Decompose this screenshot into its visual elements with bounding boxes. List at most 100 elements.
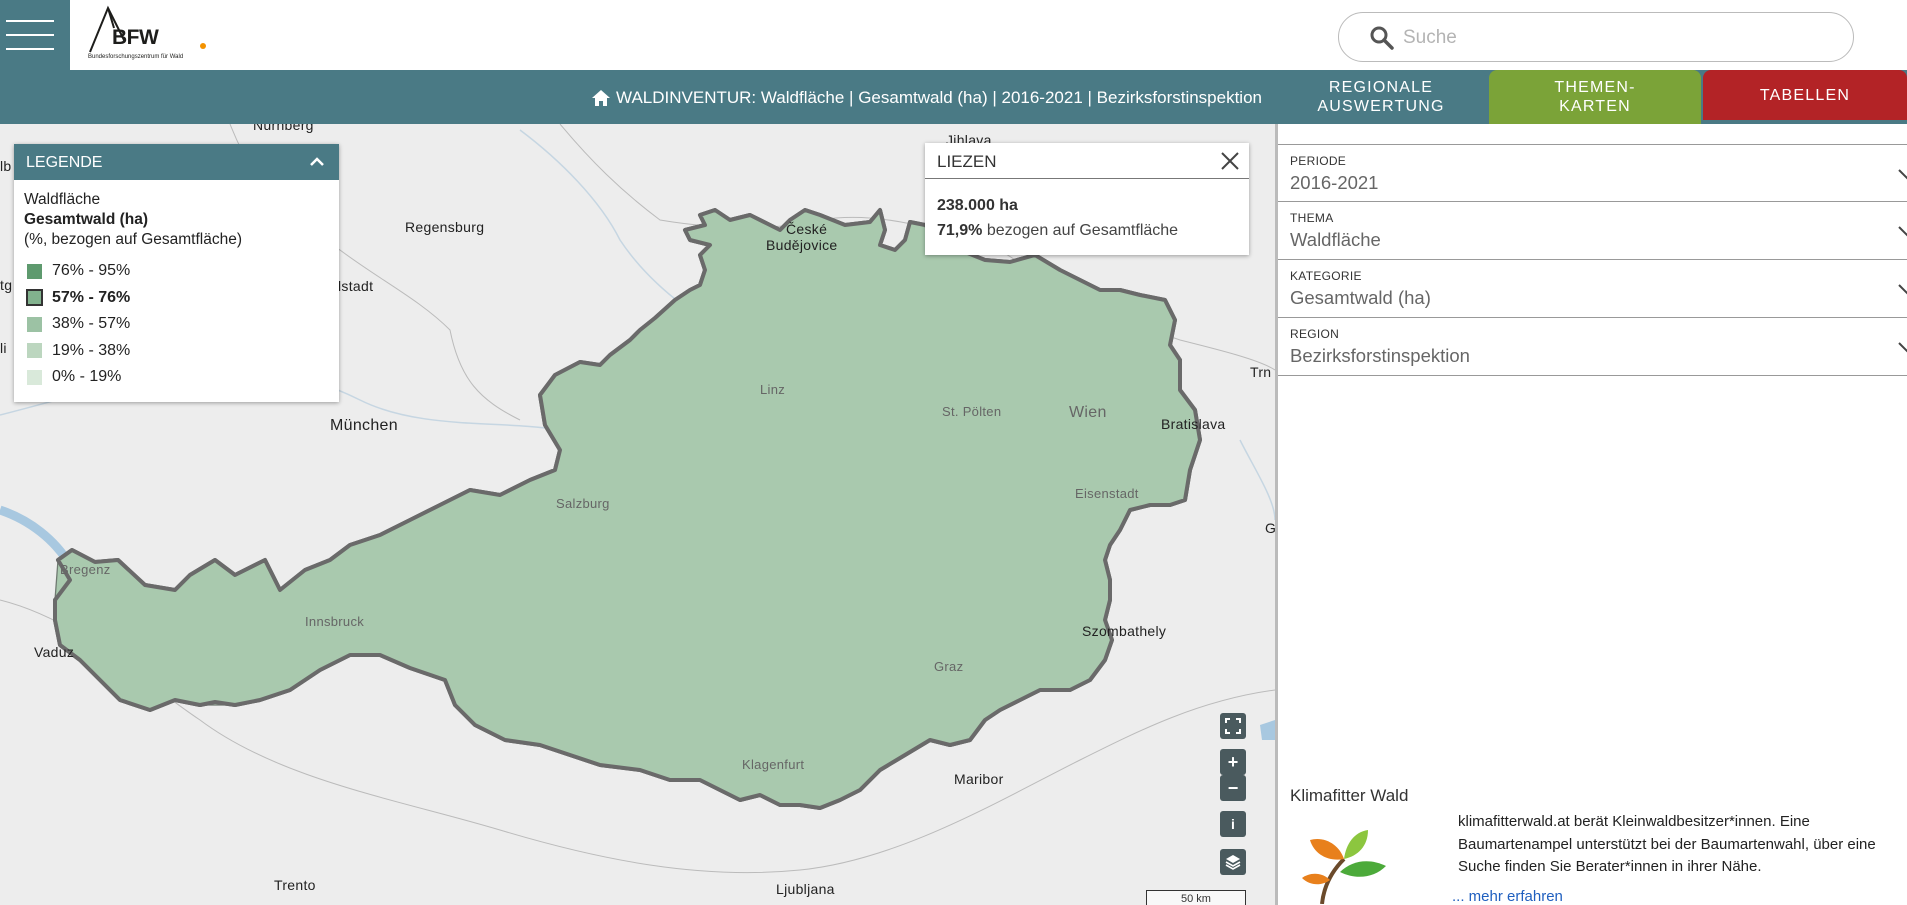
info-title: Klimafitter Wald [1290,786,1409,805]
select-region[interactable]: REGION Bezirksforstinspektion [1278,318,1907,376]
legend-class-label: 76% - 95% [52,262,131,280]
map-label-regensburg: Regensburg [405,219,485,235]
region-popup: LIEZEN 238.000 ha 71,9% bezogen auf Gesa… [925,143,1249,255]
popup-percent-text: bezogen auf Gesamtfläche [986,222,1179,239]
search-icon [1370,26,1394,50]
zoom-out-icon: − [1227,777,1239,798]
legend-class-label: 0% - 19% [52,368,122,386]
bfw-logo[interactable]: BFW Bundesforschungszentrum für Wald [82,2,212,66]
menu-button[interactable] [0,0,70,70]
top-bar: BFW Bundesforschungszentrum für Wald [0,0,1907,70]
breadcrumb-text: WALDINVENTUR: Waldfläche | Gesamtwald (h… [616,88,1262,107]
tab-tabellen[interactable]: TABELLEN [1703,70,1907,120]
popup-area: 238.000 ha [937,197,1018,214]
logo-dot [200,43,206,49]
legend-class-row[interactable]: 19% - 38% [24,338,329,365]
logo-text: BFW [112,26,159,49]
legend-class-label: 57% - 76% [52,288,131,306]
map-label-muenchen: München [330,417,398,434]
legend-body: Waldfläche Gesamtwald (ha) (%, bezogen a… [14,180,339,401]
select-kategorie[interactable]: KATEGORIE Gesamtwald (ha) [1278,260,1907,318]
more-info-link[interactable]: ... mehr erfahren [1452,888,1563,905]
legend-class-row[interactable]: 57% - 76% [24,285,329,312]
info-button[interactable]: i [1220,811,1246,837]
select-thema[interactable]: THEMA Waldfläche [1278,202,1907,260]
map-label-edge: tg [0,277,13,293]
zoom-in-button[interactable]: + [1220,749,1246,775]
layers-button[interactable] [1220,849,1246,875]
fullscreen-icon [1225,718,1241,734]
field-label: THEMA [1290,211,1334,225]
legend-class-row[interactable]: 76% - 95% [24,258,329,285]
field-value: 2016-2021 [1290,172,1379,193]
menu-icon [6,48,54,50]
tab-label: TABELLEN [1759,86,1851,104]
field-label: REGION [1290,327,1340,341]
zoom-out-button[interactable]: − [1220,775,1246,801]
breadcrumb[interactable]: WALDINVENTUR: Waldfläche | Gesamtwald (h… [592,88,1262,108]
map-label-edge: li [0,340,7,356]
legend-unit: (%, bezogen auf Gesamtfläche) [24,231,242,248]
legend-swatch [27,369,42,385]
map-label-wien: Wien [1069,404,1107,421]
fullscreen-button[interactable] [1220,713,1246,739]
map-label-edge: lb [0,158,12,174]
map-label-graz: Graz [934,659,964,674]
scale-label: 50 km [1181,893,1211,905]
legend-category: Gesamtwald (ha) [24,211,149,228]
map-label-budejovice: Budějovice [766,237,838,253]
info-icon: i [1231,816,1235,832]
map-label-szombathely: Szombathely [1082,623,1167,639]
popup-percent: 71,9% [937,222,983,239]
menu-icon [6,20,54,22]
map-label-ljubljana: Ljubljana [776,881,835,897]
field-label: PERIODE [1290,154,1347,168]
legend-class-row[interactable]: 0% - 19% [24,364,329,391]
map-label-linz: Linz [760,382,786,397]
map-label-bratislava: Bratislava [1161,416,1226,432]
map-label-salzburg: Salzburg [556,496,610,511]
field-value: Gesamtwald (ha) [1290,287,1431,308]
legend-swatch [27,343,42,359]
field-value: Waldfläche [1290,229,1381,250]
map-label-trento: Trento [274,877,316,893]
map-label-nurnberg: Nürnberg [253,124,314,133]
search-box[interactable] [1338,12,1854,62]
search-input[interactable] [1403,23,1823,53]
legend-swatch [26,289,43,307]
home-icon[interactable] [592,90,611,106]
map-label-g: G [1265,520,1275,536]
river [1239,439,1275,521]
tab-themen-karten[interactable]: THEMEN-KARTEN [1489,70,1701,124]
chevron-up-icon[interactable] [309,154,325,170]
popup-header: LIEZEN [925,143,1249,179]
popup-region-name: LIEZEN [937,152,997,171]
legend-header[interactable]: LEGENDE [14,144,339,180]
map-label-ceske: České [786,221,828,237]
zoom-in-icon: + [1227,751,1239,772]
chevron-down-icon [1898,169,1907,180]
map-label-bregenz: Bregenz [60,562,111,577]
lake [1260,720,1275,740]
layers-icon [1225,855,1241,870]
tab-regionale-auswertung[interactable]: REGIONALE AUSWERTUNG [1276,70,1486,124]
map-label-ingolstadt: lstadt [338,278,374,294]
chevron-down-icon [1898,226,1907,237]
legend-swatch [27,316,42,332]
legend-class-row[interactable]: 38% - 57% [24,311,329,338]
legend-swatch [27,263,42,279]
field-value: Bezirksforstinspektion [1290,345,1470,366]
select-periode[interactable]: PERIODE 2016-2021 [1278,144,1907,202]
map-label-klagenfurt: Klagenfurt [742,757,805,772]
menu-icon [6,34,54,36]
legend-panel: LEGENDE Waldfläche Gesamtwald (ha) (%, b… [14,144,339,402]
map-label-maribor: Maribor [954,771,1004,787]
close-icon[interactable] [1219,150,1241,172]
field-label: KATEGORIE [1290,269,1362,283]
popup-body: 238.000 ha 71,9% bezogen auf Gesamtfläch… [925,179,1249,257]
map-label-innsbruck: Innsbruck [305,614,365,629]
map-label-trn: Trn [1250,364,1272,380]
legend-title: LEGENDE [26,154,103,171]
plant-icon [1302,830,1386,904]
map-label-vaduz: Vaduz [34,644,75,660]
